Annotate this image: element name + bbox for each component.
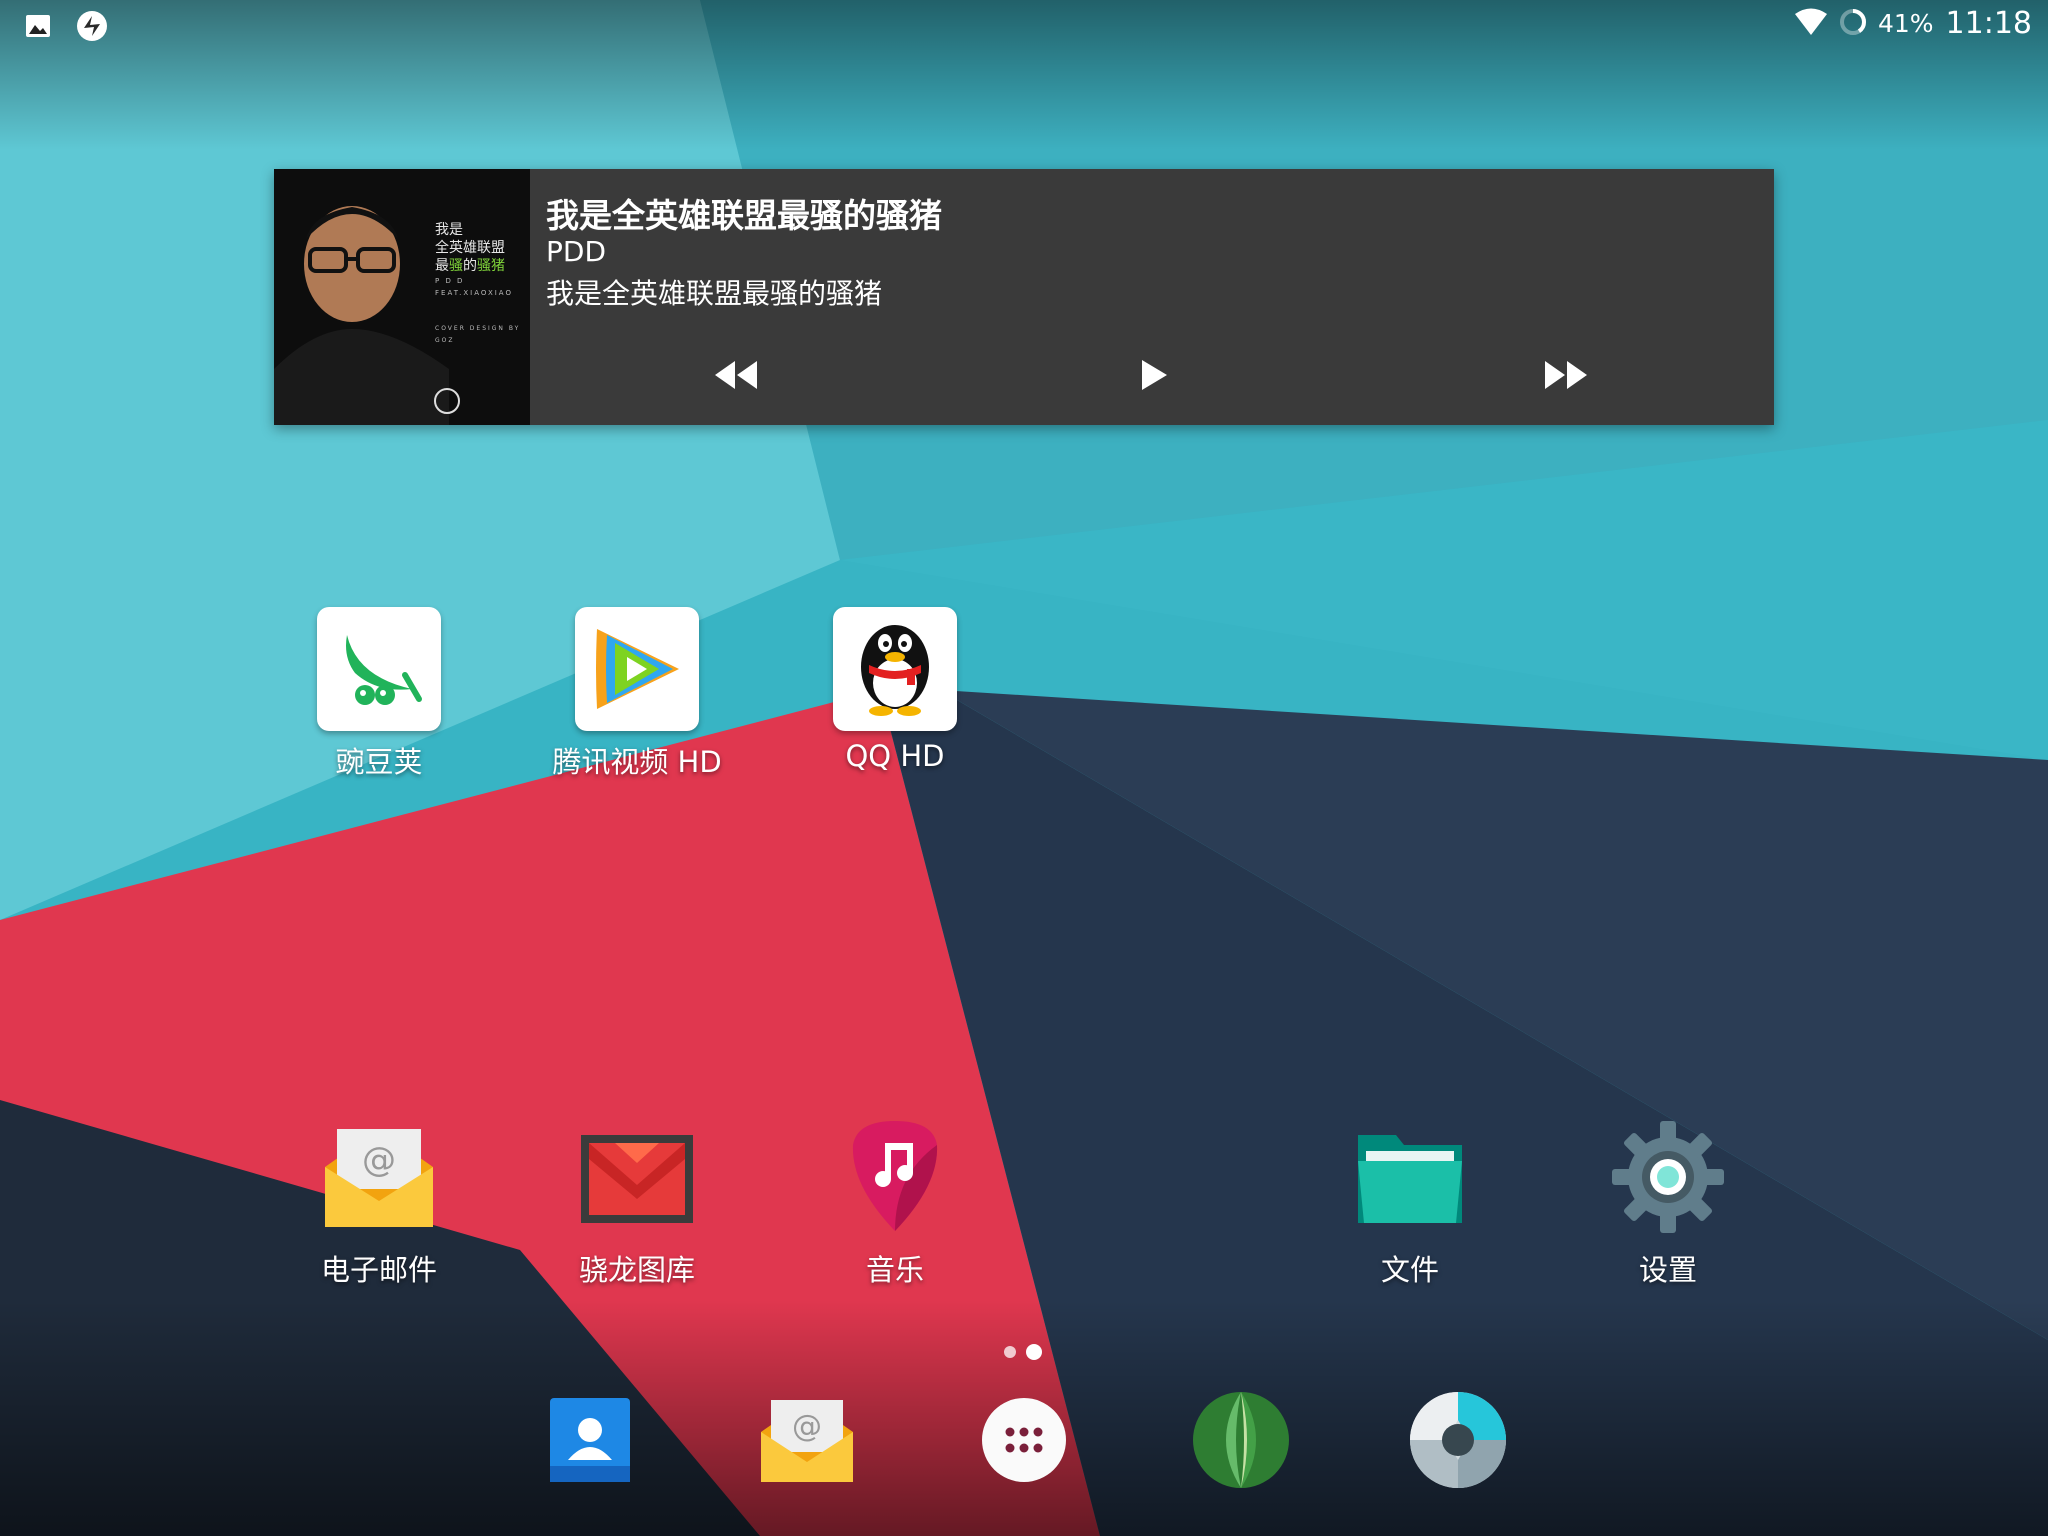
song-artist: PDD (546, 235, 607, 268)
page-dot-current[interactable] (1026, 1344, 1042, 1360)
previous-button[interactable] (706, 353, 766, 397)
music-widget[interactable]: 我是 全英雄联盟 最骚的骚猪 P D D FEAT.XIAOXIAO COVER… (274, 169, 1774, 425)
wandoujia-icon (317, 607, 441, 731)
email-icon: @ (317, 1115, 441, 1239)
album-text: 的 (463, 258, 477, 274)
album-text: 全英雄联盟 (435, 240, 505, 256)
dock-camera[interactable] (1408, 1390, 1508, 1490)
album-text: 骚猪 (477, 258, 505, 274)
app-snapdragon-gallery[interactable]: 骁龙图库 (527, 1115, 747, 1289)
app-label: 设置 (1638, 1253, 1697, 1287)
dock-app-drawer[interactable] (974, 1390, 1074, 1490)
app-label: 文件 (1380, 1253, 1439, 1287)
next-button[interactable] (1536, 353, 1596, 397)
sync-notification-icon (74, 8, 110, 48)
settings-gear-icon (1606, 1115, 1730, 1239)
album-text: 最 (435, 258, 449, 274)
contacts-icon (550, 1398, 630, 1482)
tencent-video-icon (575, 607, 699, 731)
app-drawer-icon (982, 1398, 1066, 1482)
album-art[interactable]: 我是 全英雄联盟 最骚的骚猪 P D D FEAT.XIAOXIAO COVER… (274, 169, 530, 425)
page-indicator (1004, 1344, 1042, 1360)
play-icon (1142, 360, 1167, 390)
app-label: 音乐 (865, 1253, 924, 1287)
battery-percent: 41% (1877, 9, 1934, 38)
gallery-icon (575, 1115, 699, 1239)
song-album: 我是全英雄联盟最骚的骚猪 (546, 277, 883, 310)
wifi-icon (1794, 7, 1828, 41)
email-icon: @ (761, 1400, 853, 1482)
dock-email[interactable]: @ (757, 1390, 857, 1490)
svg-text:@: @ (792, 1409, 822, 1444)
app-label: 豌豆荚 (335, 745, 423, 779)
dock-browser[interactable] (1191, 1390, 1291, 1490)
app-label: 腾讯视频 HD (552, 745, 722, 779)
folder-icon (1348, 1115, 1472, 1239)
app-label: QQ HD (845, 739, 945, 773)
app-tencent-video-hd[interactable]: 腾讯视频 HD (527, 607, 747, 781)
qq-penguin-icon (833, 607, 957, 731)
gallery-notification-icon (24, 12, 52, 44)
status-bar: 41% 11:18 (0, 0, 2048, 50)
next-icon (1545, 361, 1587, 389)
play-button[interactable] (1124, 353, 1184, 397)
app-files[interactable]: 文件 (1300, 1115, 1520, 1289)
dock-contacts[interactable] (540, 1390, 640, 1490)
album-text: 骚 (449, 258, 463, 274)
previous-icon (715, 361, 757, 389)
album-text: FEAT.XIAOXIAO (435, 289, 513, 297)
album-text: 我是 (435, 222, 463, 238)
page-dot[interactable] (1004, 1346, 1016, 1358)
svg-text:@: @ (362, 1140, 396, 1180)
clock: 11:18 (1945, 6, 2032, 41)
app-label: 电子邮件 (320, 1253, 437, 1287)
album-text: COVER DESIGN BY GOZ (435, 325, 521, 344)
browser-icon (1193, 1392, 1289, 1488)
music-icon (833, 1115, 957, 1239)
app-qq-hd[interactable]: QQ HD (785, 607, 1005, 773)
camera-icon (1410, 1392, 1506, 1488)
app-music[interactable]: 音乐 (785, 1115, 1005, 1289)
song-title: 我是全英雄联盟最骚的骚猪 (546, 196, 942, 235)
app-email[interactable]: @ 电子邮件 (269, 1115, 489, 1289)
app-label: 骁龙图库 (578, 1253, 695, 1287)
app-settings[interactable]: 设置 (1558, 1115, 1778, 1289)
app-wandoujia[interactable]: 豌豆荚 (269, 607, 489, 781)
album-text: P D D (435, 277, 465, 285)
battery-icon (1838, 7, 1868, 41)
